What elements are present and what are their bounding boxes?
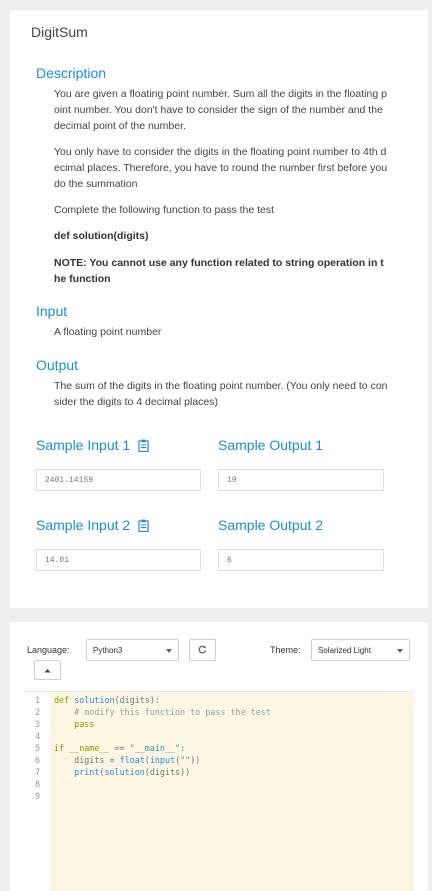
sample-input-2-box: 14.01	[36, 549, 201, 571]
refresh-icon	[198, 645, 207, 656]
sample-output-2-heading: Sample Output 2	[218, 517, 323, 533]
code-line: print(solution(digits))	[74, 767, 191, 777]
sample-output-1-label: Sample Output 1	[218, 437, 324, 453]
line-number: 2	[34, 707, 40, 717]
line-number: 6	[34, 755, 40, 765]
line-number: 5	[34, 743, 40, 753]
dropdown-caret-icon	[397, 649, 403, 653]
line-number-gutter: 1 2 3 4 5 6 7 8 9	[24, 692, 50, 891]
sample-output-1-box: 19	[218, 469, 384, 491]
theme-select[interactable]: Solarized Light	[311, 639, 410, 661]
code-line: digits = float(input(""))	[74, 755, 201, 765]
input-description: A floating point number	[54, 326, 162, 338]
line-number: 3	[34, 719, 40, 729]
chevron-up-icon	[44, 665, 51, 675]
sample-input-1-heading: Sample Input 1	[36, 437, 149, 453]
line-number: 9	[34, 791, 40, 801]
note-text: NOTE: You cannot use any function relate…	[54, 257, 384, 285]
sample-output-2-label: Sample Output 2	[218, 517, 324, 533]
clipboard-icon[interactable]	[138, 519, 149, 532]
line-number: 1	[34, 695, 40, 705]
output-description: The sum of the digits in the floating po…	[54, 380, 388, 408]
sample-input-1-label: Sample Input 1	[36, 437, 131, 453]
code-line: pass	[74, 719, 95, 729]
code-area[interactable]: def solution(digits): # modify this func…	[54, 692, 414, 891]
line-number: 8	[34, 779, 40, 789]
description-paragraph-1: You are given a floating point number. S…	[54, 88, 387, 132]
sample-output-1-heading: Sample Output 1	[218, 437, 323, 453]
language-select-value: Python3	[93, 646, 123, 655]
function-signature: def solution(digits)	[54, 230, 149, 242]
theme-select-value: Solarized Light	[318, 646, 371, 655]
editor-card: Language: Python3 Theme: Solarized Light…	[10, 622, 428, 891]
collapse-button[interactable]	[34, 660, 61, 680]
sample-output-2-box: 6	[218, 549, 384, 571]
line-number: 7	[34, 767, 40, 777]
line-number: 4	[34, 731, 40, 741]
description-paragraph-3: Complete the following function to pass …	[54, 204, 275, 216]
input-heading: Input	[36, 303, 68, 319]
sample-input-1-box: 2401.14159	[36, 469, 201, 491]
clipboard-icon[interactable]	[138, 439, 149, 452]
output-heading: Output	[36, 357, 79, 373]
code-line: def solution(digits):	[54, 695, 160, 705]
language-select[interactable]: Python3	[86, 639, 179, 661]
description-heading: Description	[36, 65, 107, 81]
language-label: Language:	[27, 645, 70, 655]
theme-label: Theme:	[270, 645, 301, 655]
problem-title: DigitSum	[31, 24, 88, 40]
sample-input-2-label: Sample Input 2	[36, 517, 131, 533]
sample-input-2-heading: Sample Input 2	[36, 517, 149, 533]
dropdown-caret-icon	[166, 649, 172, 653]
code-line: # modify this function to pass the test	[74, 707, 271, 717]
problem-card: DigitSum Description You are given a flo…	[10, 10, 428, 608]
code-line: if __name__ == "__main__":	[54, 743, 186, 753]
description-paragraph-2: You only have to consider the digits in …	[54, 146, 388, 190]
reset-button[interactable]	[189, 639, 216, 661]
code-editor[interactable]: 1 2 3 4 5 6 7 8 9 def solution(digits): …	[24, 691, 414, 891]
